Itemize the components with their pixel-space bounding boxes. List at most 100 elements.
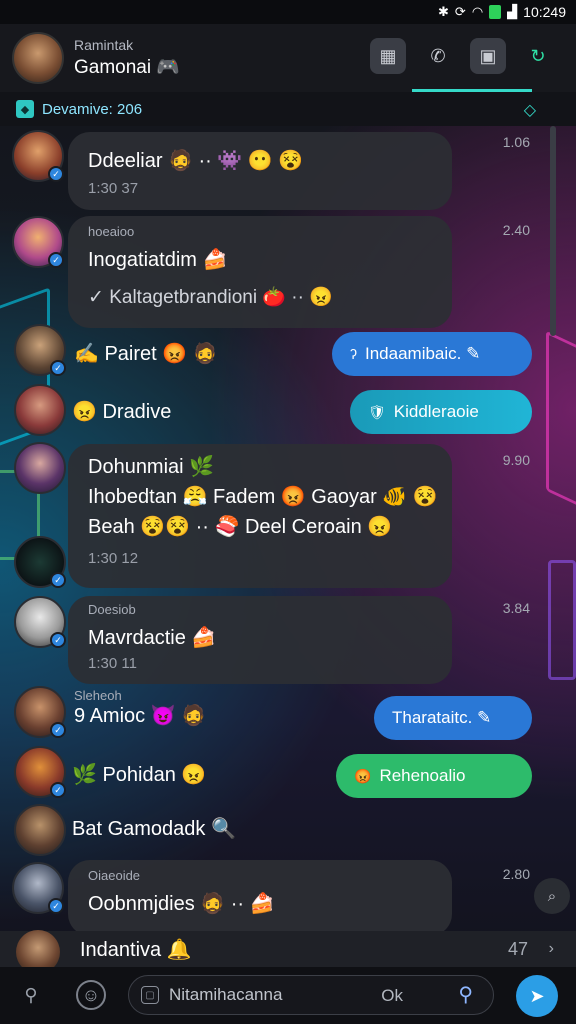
- message-subtext: ✓ Kaltagetbrandioni 🍅 ·· 😠: [88, 287, 333, 308]
- avatar[interactable]: [14, 442, 66, 494]
- avatar[interactable]: ✓: [14, 686, 66, 738]
- chat-header: Ramintak Gamonai 🎮 ▦ ✆ ▣ ↻: [0, 24, 576, 92]
- avatar[interactable]: [14, 804, 66, 856]
- send-icon: ➤: [529, 985, 545, 1006]
- pill-text: Tharataitc. ✎: [392, 708, 492, 727]
- message-time: 9.90: [502, 452, 530, 468]
- message-bubble[interactable]: Oiaeoide Oobnmjdies 🧔 ·· 🍰: [68, 860, 452, 936]
- pinned-text: Devamive: 206: [42, 100, 143, 118]
- pill-text: Kiddleraoie: [393, 402, 479, 421]
- pinned-message-bar[interactable]: ◆ Devamive: 206 ◇: [0, 92, 576, 126]
- message-text: Dohunmiai 🌿: [88, 456, 215, 478]
- message-timestamp: 1:30 37: [88, 180, 139, 197]
- verified-icon: ✓: [50, 782, 66, 798]
- message-text: 🌿 Pohidan 😠: [72, 764, 207, 786]
- grid-icon-button[interactable]: ▦: [370, 38, 406, 74]
- message-text: Sleheoh 9 Amioc 😈 🧔: [74, 688, 207, 727]
- header-subtitle: Ramintak: [74, 37, 134, 53]
- sent-message-pill[interactable]: 😡 Rehenoalio: [336, 754, 532, 798]
- message-bubble[interactable]: Ddeeliar 🧔 ·· 👾 😶 😵 1:30 37: [68, 132, 452, 210]
- message-bubble[interactable]: hoeaioo Inogatiatdim 🍰 ✓ Kaltagetbrandio…: [68, 216, 452, 328]
- pill-text: Indaamibaic. ✎: [365, 344, 481, 363]
- message-time: 1.06: [502, 134, 530, 150]
- message-text: Bat Gamodadk 🔍: [72, 818, 236, 840]
- message-bubble[interactable]: Dohunmiai 🌿 Ihobedtan 😤 Fadem 😡 Gaoyar 🐠…: [68, 444, 452, 588]
- message-text: Beah 😵😵 ·· 🍣 Deel Ceroain 😠: [88, 516, 393, 538]
- verified-icon: ✓: [48, 166, 64, 182]
- message-timestamp: 1:30 11: [88, 655, 137, 672]
- preview-text: Indantiva 🔔: [80, 938, 192, 961]
- message-timestamp: 1:30 12: [88, 550, 139, 567]
- page-title: Gamonai 🎮: [74, 57, 181, 78]
- avatar[interactable]: ✓: [14, 596, 66, 648]
- message-list[interactable]: ✓ Ddeeliar 🧔 ·· 👾 😶 😵 1:30 37 1.06 ✓ hoe…: [0, 126, 576, 936]
- message-time: 2.40: [502, 222, 530, 238]
- composer-bar: ⚲ ☺ ▢ Ok ⚲ ➤: [0, 967, 576, 1024]
- send-button[interactable]: ➤: [516, 975, 558, 1017]
- message-text: Inogatiatdim 🍰: [88, 249, 228, 271]
- message-text: 😠 Dradive: [72, 401, 172, 423]
- message-time: 3.84: [502, 600, 530, 616]
- battery-icon: [489, 5, 502, 19]
- sender-name: Doesiob: [88, 602, 136, 617]
- pin-icon: ◆: [16, 100, 34, 118]
- search-icon[interactable]: ⚲: [16, 980, 46, 1010]
- avatar[interactable]: ✓: [14, 746, 66, 798]
- verified-icon: ✓: [48, 898, 64, 914]
- pill-text: Rehenoalio: [379, 766, 466, 785]
- message-text: Ddeeliar 🧔 ·· 👾 😶 😵: [88, 150, 304, 172]
- status-bar: ✱ ⟳ ◠ ▟ 10:249: [0, 0, 576, 24]
- wifi-icon: ◠: [471, 4, 484, 19]
- chevron-right-icon[interactable]: ›: [549, 940, 554, 958]
- message-text: Ihobedtan 😤 Fadem 😡 Gaoyar 🐠 😵: [88, 486, 438, 508]
- status-time: 10:249: [523, 4, 566, 20]
- avatar[interactable]: ✓: [14, 536, 66, 588]
- avatar[interactable]: ✓: [12, 216, 64, 268]
- message-text: ✍ Pairet 😡 🧔: [74, 343, 218, 365]
- sender-name: Oiaeoide: [88, 868, 141, 883]
- emoji-icon[interactable]: ☺: [76, 980, 106, 1010]
- preview-time: 47: [507, 938, 528, 959]
- message-bubble[interactable]: Doesiob Mavrdactie 🍰 1:30 11: [68, 596, 452, 684]
- verified-icon: ✓: [50, 572, 66, 588]
- info-icon: ʔ: [350, 346, 357, 362]
- video-icon-button[interactable]: ▣: [470, 38, 506, 74]
- message-text: Oobnmjdies 🧔 ·· 🍰: [88, 893, 275, 915]
- avatar[interactable]: ✓: [12, 130, 64, 182]
- message-input[interactable]: [169, 985, 379, 1005]
- pen-icon: 9: [74, 705, 86, 727]
- verified-icon: ✓: [50, 632, 66, 648]
- pen-icon: ✍: [74, 343, 99, 365]
- avatar[interactable]: ✓: [14, 324, 66, 376]
- message-text: Mavrdactie 🍰: [88, 627, 217, 649]
- sender-name: hoeaioo: [88, 224, 135, 239]
- scroll-down-button[interactable]: ⌕: [534, 878, 570, 914]
- sent-message-pill[interactable]: 🛡 Kiddleraoie: [350, 390, 532, 434]
- expand-icon[interactable]: ◇: [524, 100, 536, 120]
- refresh-icon-button[interactable]: ↻: [520, 38, 556, 74]
- message-input-field[interactable]: ▢ Ok ⚲: [128, 975, 494, 1015]
- avatar[interactable]: [12, 32, 64, 84]
- check-icon: ✓: [88, 287, 110, 308]
- angry-face-icon: 😡: [354, 767, 372, 784]
- signal-icon: ▟: [507, 4, 518, 19]
- ok-label[interactable]: Ok: [381, 986, 403, 1006]
- sync-icon: ⟳: [454, 4, 466, 19]
- attach-icon[interactable]: ▢: [141, 986, 159, 1004]
- verified-icon: ✓: [50, 360, 66, 376]
- leaf-icon: 🌿: [72, 764, 97, 786]
- verified-icon: ✓: [48, 252, 64, 268]
- sender-name: Sleheoh: [74, 688, 122, 703]
- verified-icon: ✓: [50, 722, 66, 738]
- sent-message-pill[interactable]: ʔ Indaamibaic. ✎: [332, 332, 532, 376]
- avatar[interactable]: [14, 384, 66, 436]
- message-time: 2.80: [502, 866, 530, 882]
- avatar[interactable]: ✓: [12, 862, 64, 914]
- sent-message-pill[interactable]: Tharataitc. ✎: [374, 696, 532, 740]
- shield-icon: 🛡: [368, 403, 386, 420]
- chat-preview-row[interactable]: Indantiva 🔔 47 ›: [0, 930, 576, 974]
- scrollbar[interactable]: [550, 126, 556, 336]
- phone-icon-button[interactable]: ✆: [420, 38, 456, 74]
- bluetooth-icon: ✱: [438, 4, 449, 19]
- mic-icon[interactable]: ⚲: [458, 982, 473, 1007]
